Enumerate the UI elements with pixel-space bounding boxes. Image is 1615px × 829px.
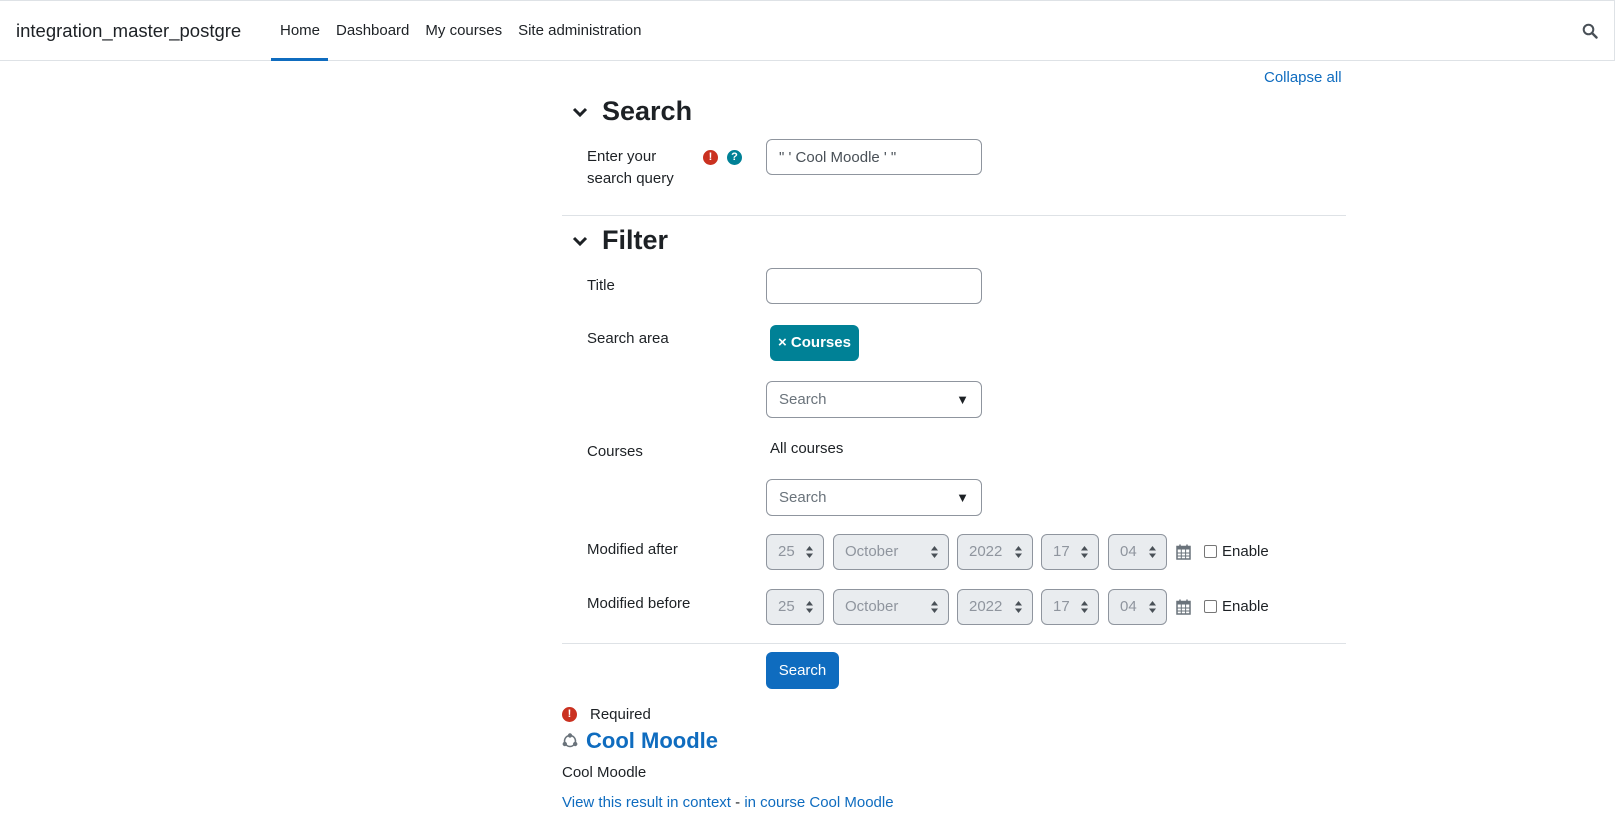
result-links: View this result in context - in course … — [562, 794, 894, 811]
updown-icon — [806, 546, 813, 558]
nav-site-administration[interactable]: Site administration — [510, 1, 649, 60]
search-query-input[interactable] — [766, 139, 982, 175]
search-area-label: Search area — [587, 330, 669, 347]
search-icon — [1582, 23, 1598, 39]
view-in-context-link[interactable]: View this result in context — [562, 794, 731, 811]
course-icon — [562, 733, 578, 748]
modified-before-enable-checkbox[interactable]: Enable — [1204, 598, 1269, 615]
modified-after-enable-checkbox[interactable]: Enable — [1204, 543, 1269, 560]
modified-after-label: Modified after — [587, 541, 678, 558]
modified-after-day-select[interactable]: 25 — [766, 534, 824, 570]
updown-icon — [931, 601, 938, 613]
top-navbar: integration_master_postgre Home Dashboar… — [0, 0, 1615, 61]
enable-label: Enable — [1222, 543, 1269, 560]
nav-home[interactable]: Home — [271, 1, 329, 61]
title-label: Title — [587, 277, 615, 294]
filter-section-toggle[interactable]: Filter — [572, 225, 668, 256]
updown-icon — [1015, 546, 1022, 558]
modified-after-minute-select[interactable]: 04 — [1108, 534, 1167, 570]
search-section-toggle[interactable]: Search — [572, 96, 692, 127]
search-toggle-button[interactable] — [1570, 1, 1615, 60]
checkbox-box[interactable] — [1204, 600, 1217, 613]
courses-value: All courses — [770, 440, 844, 457]
required-icon: ! — [562, 707, 577, 722]
help-icon[interactable]: ? — [727, 150, 742, 165]
search-area-placeholder: Search — [779, 391, 827, 408]
modified-after-minute-value: 04 — [1120, 543, 1137, 560]
chevron-down-icon — [572, 236, 588, 246]
enable-label: Enable — [1222, 598, 1269, 615]
nav-my-courses[interactable]: My courses — [417, 1, 510, 60]
updown-icon — [1015, 601, 1022, 613]
modified-before-minute-value: 04 — [1120, 598, 1137, 615]
result-link-separator: - — [730, 794, 745, 811]
modified-before-month-value: October — [845, 598, 899, 615]
site-name[interactable]: integration_master_postgre — [16, 20, 241, 42]
courses-placeholder: Search — [779, 489, 827, 506]
modified-before-month-select[interactable]: October — [833, 589, 949, 625]
modified-before-minute-select[interactable]: 04 — [1108, 589, 1167, 625]
search-area-tag-courses[interactable]: × Courses — [770, 325, 859, 361]
modified-after-month-select[interactable]: October — [833, 534, 949, 570]
section-divider — [562, 643, 1346, 644]
modified-after-year-select[interactable]: 2022 — [957, 534, 1033, 570]
updown-icon — [1081, 601, 1088, 613]
search-submit-button[interactable]: Search — [766, 652, 839, 689]
modified-before-day-select[interactable]: 25 — [766, 589, 824, 625]
updown-icon — [806, 601, 813, 613]
courses-label: Courses — [587, 443, 643, 460]
title-input[interactable] — [766, 268, 982, 304]
collapse-all-link[interactable]: Collapse all — [1264, 69, 1342, 86]
required-legend: ! Required — [562, 706, 651, 723]
modified-before-year-select[interactable]: 2022 — [957, 589, 1033, 625]
modified-before-label: Modified before — [587, 595, 691, 612]
calendar-icon[interactable] — [1176, 544, 1191, 560]
nav-dashboard[interactable]: Dashboard — [328, 1, 417, 60]
updown-icon — [931, 546, 938, 558]
search-area-select[interactable]: Search ▼ — [766, 381, 982, 418]
modified-after-hour-select[interactable]: 17 — [1041, 534, 1099, 570]
result-title-link[interactable]: Cool Moodle — [586, 728, 718, 754]
updown-icon — [1149, 546, 1156, 558]
modified-after-day-value: 25 — [778, 543, 795, 560]
modified-before-hour-value: 17 — [1053, 598, 1070, 615]
result-description: Cool Moodle — [562, 764, 647, 781]
checkbox-box[interactable] — [1204, 545, 1217, 558]
required-legend-text: Required — [590, 706, 651, 723]
dropdown-arrow-icon: ▼ — [956, 490, 969, 505]
result-title: Cool Moodle — [562, 728, 718, 754]
in-course-link[interactable]: in course Cool Moodle — [744, 794, 893, 811]
primary-nav: Home Dashboard My courses Site administr… — [271, 1, 650, 61]
modified-before-day-value: 25 — [778, 598, 795, 615]
courses-select[interactable]: Search ▼ — [766, 479, 982, 516]
section-divider — [562, 215, 1346, 216]
modified-after-hour-value: 17 — [1053, 543, 1070, 560]
required-icon: ! — [703, 150, 718, 165]
chevron-down-icon — [572, 107, 588, 117]
modified-after-month-value: October — [845, 543, 899, 560]
filter-section-title: Filter — [602, 225, 669, 255]
updown-icon — [1149, 601, 1156, 613]
modified-after-year-value: 2022 — [969, 543, 1003, 560]
modified-before-hour-select[interactable]: 17 — [1041, 589, 1099, 625]
modified-before-year-value: 2022 — [969, 598, 1003, 615]
updown-icon — [1081, 546, 1088, 558]
calendar-icon[interactable] — [1176, 599, 1191, 615]
query-label: Enter your search query — [587, 148, 674, 187]
search-section-title: Search — [602, 96, 693, 126]
dropdown-arrow-icon: ▼ — [956, 392, 969, 407]
